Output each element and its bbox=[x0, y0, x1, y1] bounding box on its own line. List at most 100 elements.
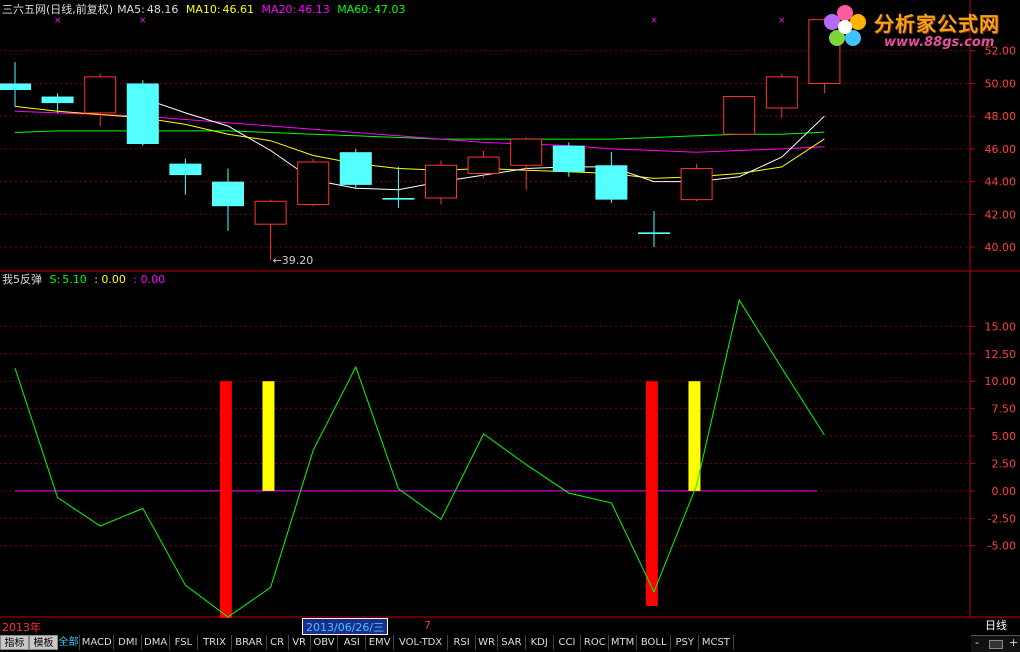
min-price-annotation: ←39.20 bbox=[273, 254, 314, 267]
candle bbox=[0, 62, 31, 107]
candle bbox=[765, 73, 798, 118]
ma60-label: MA60: bbox=[337, 3, 372, 16]
candle bbox=[425, 160, 457, 205]
scroll-control[interactable]: - + bbox=[971, 635, 1020, 652]
tab-rsi[interactable]: RSI bbox=[448, 635, 476, 650]
candle-body-down bbox=[169, 163, 202, 176]
indicator-value-3: : 0.00 bbox=[133, 273, 166, 286]
tab-mcst[interactable]: MCST bbox=[699, 635, 734, 650]
indicator-name: 我5反弹 bbox=[2, 273, 42, 286]
candle bbox=[638, 211, 670, 248]
tab-vr[interactable]: VR bbox=[289, 635, 311, 650]
tab-asi[interactable]: ASI bbox=[338, 635, 367, 650]
candle bbox=[595, 152, 628, 203]
candle-body-up bbox=[680, 168, 713, 201]
tab-dmi[interactable]: DMI bbox=[114, 635, 143, 650]
indicator-tick-label: 0.00 bbox=[992, 485, 1017, 498]
indicator-header: 我5反弹 S: 5.10 : 0.00 : 0.00 bbox=[2, 273, 169, 287]
tab-wr[interactable]: WR bbox=[476, 635, 498, 650]
price-tick-label: 46.00 bbox=[985, 143, 1017, 156]
stock-title: 三六五网(日线,前复权) bbox=[2, 3, 114, 16]
logo-site-url: www.88gs.com bbox=[884, 35, 995, 50]
tab-macd[interactable]: MACD bbox=[80, 635, 115, 650]
signal-bar-red bbox=[219, 381, 232, 619]
ma10-value: 46.61 bbox=[222, 3, 255, 16]
tab-dma[interactable]: DMA bbox=[142, 635, 170, 650]
tab-trix[interactable]: TRIX bbox=[198, 635, 233, 650]
side-tab-template[interactable]: 模板 bbox=[29, 635, 58, 650]
candle-body-down bbox=[0, 83, 31, 90]
candle-body-up bbox=[425, 164, 457, 199]
indicator-tick-label: -2.50 bbox=[988, 512, 1016, 525]
tab-boll[interactable]: BOLL bbox=[637, 635, 672, 650]
tab-sar[interactable]: SAR bbox=[498, 635, 526, 650]
candle-body-down bbox=[638, 232, 670, 234]
candle-body-down bbox=[41, 96, 74, 104]
indicator-tick-label: 2.50 bbox=[992, 457, 1017, 470]
ma5-value: 48.16 bbox=[146, 3, 179, 16]
price-tick-label: 44.00 bbox=[985, 176, 1017, 189]
s-line bbox=[14, 298, 825, 618]
chart-area: 52.0050.0048.0046.0044.0042.0040.00× × × ×←… bbox=[0, 0, 1020, 619]
indicator-tick-label: 5.00 bbox=[992, 430, 1017, 443]
ma60-value: 47.03 bbox=[373, 3, 406, 16]
candle bbox=[339, 148, 372, 189]
candle-body-down bbox=[595, 165, 628, 200]
flower-logo-icon bbox=[824, 5, 866, 46]
ma5-label: MA5: bbox=[117, 3, 145, 16]
indicator-s-value: 5.10 bbox=[62, 273, 87, 286]
signal-marker: × bbox=[139, 16, 147, 26]
date-bar: 2013年 2013/06/26/三 7 bbox=[0, 618, 970, 635]
current-date-box: 2013/06/26/三 bbox=[302, 618, 389, 635]
candle-body-up bbox=[467, 156, 500, 174]
candle-body-up bbox=[297, 161, 330, 206]
price-tick-label: 40.00 bbox=[985, 241, 1017, 254]
tab-mtm[interactable]: MTM bbox=[609, 635, 637, 650]
candle-body-up bbox=[723, 96, 756, 135]
indicator-tick-label: -5.00 bbox=[988, 540, 1016, 553]
signal-bar-red bbox=[645, 381, 658, 607]
tab-psy[interactable]: PSY bbox=[671, 635, 700, 650]
signal-marker: × bbox=[650, 16, 658, 26]
candle bbox=[126, 80, 159, 146]
tab-roc[interactable]: ROC bbox=[581, 635, 610, 650]
ma20-value: 46.13 bbox=[298, 3, 330, 16]
tab-kdj[interactable]: KDJ bbox=[526, 635, 554, 650]
candle-body-up bbox=[254, 200, 287, 225]
logo-brand-text: 分析家公式网 bbox=[874, 12, 1000, 36]
candle-body-up bbox=[510, 138, 543, 166]
ma20-label: MA20: bbox=[261, 3, 297, 16]
indicator-value-2: : 0.00 bbox=[94, 273, 126, 286]
ma10-label: MA10: bbox=[185, 3, 221, 16]
candle-body-down bbox=[126, 83, 159, 144]
tab-all[interactable]: 全部 bbox=[58, 635, 80, 650]
price-tick-label: 48.00 bbox=[985, 110, 1017, 123]
tab-obv[interactable]: OBV bbox=[311, 635, 339, 650]
candle bbox=[723, 96, 756, 135]
tab-emv[interactable]: EMV bbox=[366, 635, 394, 650]
tab-brar[interactable]: BRAR bbox=[232, 635, 267, 650]
candle bbox=[680, 163, 713, 202]
candle-body-down bbox=[382, 198, 415, 200]
price-header: 三六五网(日线,前复权) MA5: 48.16 MA10: 46.61 MA20: 46… bbox=[2, 3, 409, 17]
scroll-minus-button[interactable]: - bbox=[975, 636, 979, 649]
tab-vol-tdx[interactable]: VOL-TDX bbox=[394, 635, 449, 650]
candle bbox=[169, 158, 202, 195]
candle bbox=[84, 73, 117, 126]
indicator-tick-label: 10.00 bbox=[985, 375, 1017, 388]
indicator-tick-label: 15.00 bbox=[985, 320, 1017, 333]
candle bbox=[467, 150, 500, 179]
candle bbox=[552, 142, 585, 177]
candle-body-up bbox=[765, 76, 798, 109]
side-tab-indicator[interactable]: 指标 bbox=[0, 635, 29, 650]
scroll-thumb[interactable] bbox=[989, 640, 1003, 649]
indicator-tick-label: 12.50 bbox=[985, 348, 1017, 361]
candle-body-down bbox=[339, 152, 372, 185]
indicator-tab-bar: 指标 模板 全部 MACD DMI DMA FSL TRIX BRAR CR VR OBV ASI EMV… bbox=[0, 635, 1020, 651]
period-label[interactable]: 日线 bbox=[973, 618, 1019, 633]
tab-fsl[interactable]: FSL bbox=[170, 635, 198, 650]
price-tick-label: 42.00 bbox=[985, 208, 1017, 221]
tab-cci[interactable]: CCI bbox=[554, 635, 582, 650]
tab-cr[interactable]: CR bbox=[267, 635, 289, 650]
scroll-plus-button[interactable]: + bbox=[1009, 636, 1018, 649]
